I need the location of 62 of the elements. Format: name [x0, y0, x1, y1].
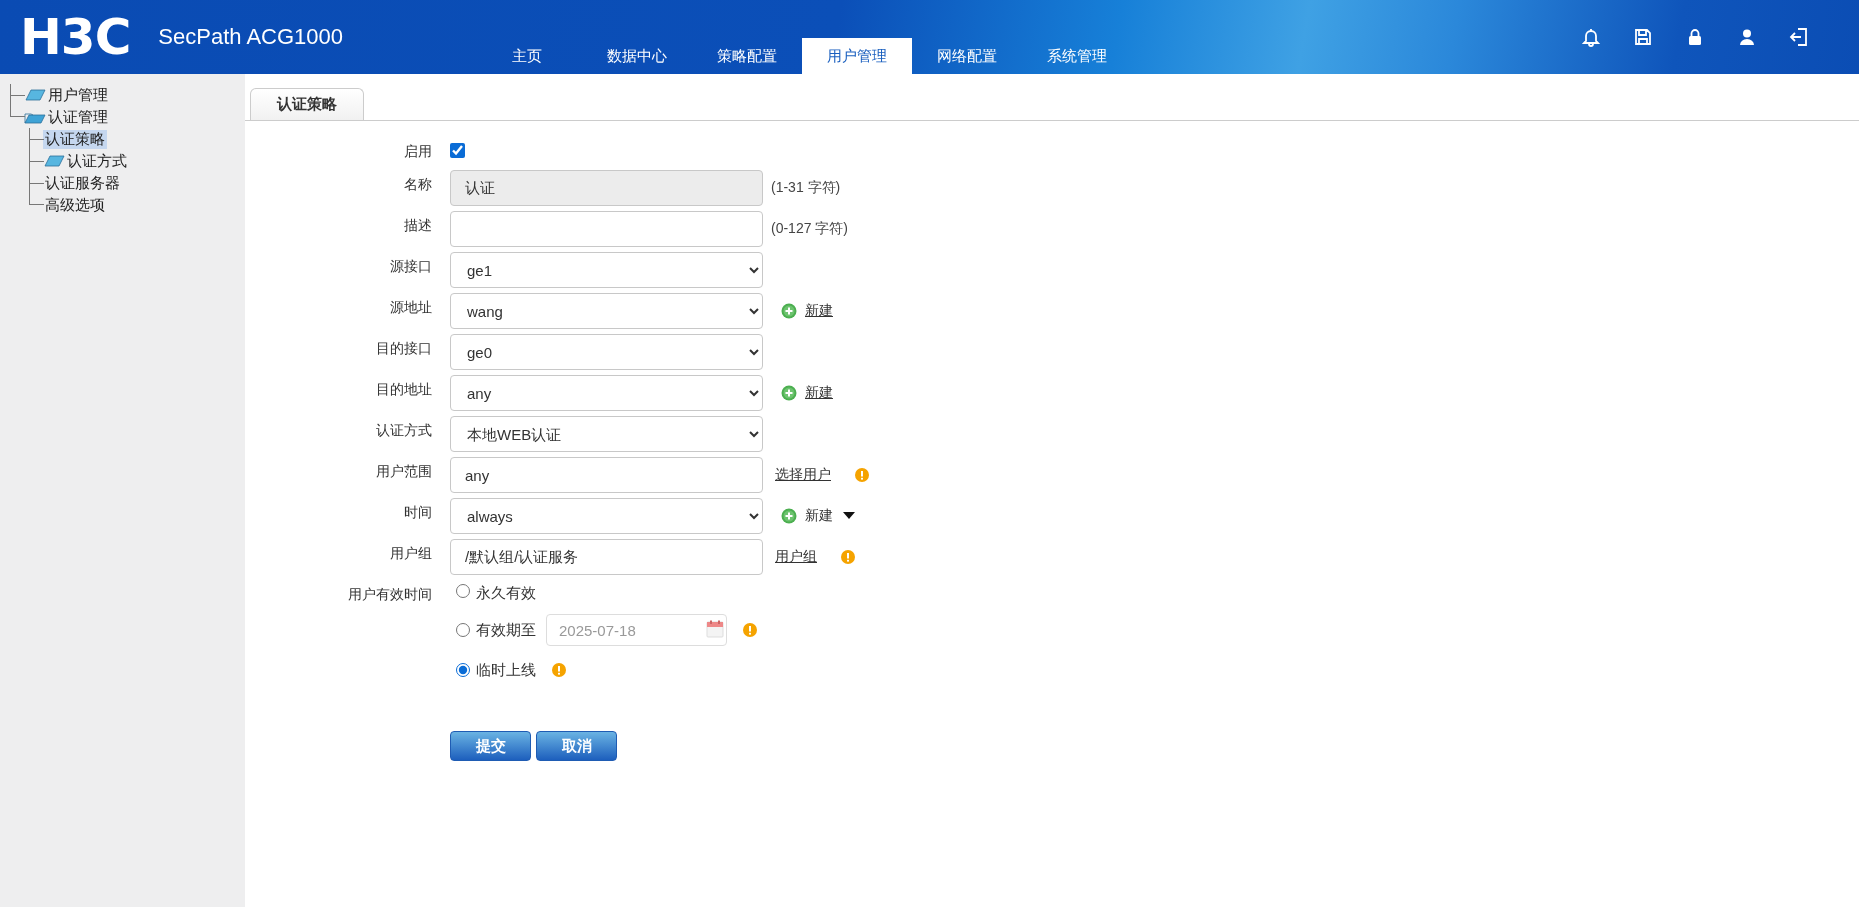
form-button[interactable]: 取消: [536, 731, 617, 761]
field-label: 时间: [403, 503, 432, 522]
new-link[interactable]: 新建: [805, 302, 833, 320]
logo: H3C: [20, 12, 131, 62]
enable-checkbox[interactable]: [450, 143, 465, 158]
select-field[interactable]: wang: [450, 293, 763, 329]
link[interactable]: 用户组: [775, 548, 817, 566]
tree-item[interactable]: 用户管理: [46, 85, 110, 105]
field-label: 描述: [403, 216, 432, 235]
field-label: 源接口: [389, 257, 432, 276]
product-name: SecPath ACG1000: [158, 24, 344, 50]
field-label: 源地址: [389, 298, 432, 317]
field-label: 用户有效时间: [347, 585, 432, 604]
radio-label: 永久有效: [476, 584, 536, 603]
caret-icon[interactable]: [843, 512, 855, 520]
nav-tab[interactable]: 系统管理: [1022, 38, 1132, 74]
bell-icon[interactable]: [1581, 27, 1601, 47]
add-icon: [781, 508, 797, 524]
nav-tab[interactable]: 用户管理: [802, 38, 912, 74]
user-icon[interactable]: [1737, 27, 1757, 47]
form-button[interactable]: 提交: [450, 731, 531, 761]
hint-text: (1-31 字符): [771, 179, 841, 197]
select-field[interactable]: ge1: [450, 252, 763, 288]
text-field[interactable]: /默认组/认证服务: [450, 539, 763, 575]
save-icon[interactable]: [1633, 27, 1653, 47]
tree-item[interactable]: 认证管理: [46, 107, 110, 127]
field-label: 用户范围: [375, 462, 432, 481]
select-field[interactable]: always: [450, 498, 763, 534]
nav-tab[interactable]: 网络配置: [912, 38, 1022, 74]
hint-text: (0-127 字符): [771, 220, 849, 238]
nav-tab[interactable]: 主页: [472, 38, 582, 74]
text-field[interactable]: any: [450, 457, 763, 493]
text-field[interactable]: [450, 211, 763, 247]
select-field[interactable]: any: [450, 375, 763, 411]
calendar-icon[interactable]: [706, 620, 724, 638]
link[interactable]: 选择用户: [775, 466, 831, 484]
add-icon: [781, 303, 797, 319]
tab[interactable]: 认证策略: [250, 88, 364, 120]
tree-item[interactable]: 认证方式: [65, 151, 129, 171]
field-label: 目的接口: [375, 339, 432, 358]
add-icon: [781, 385, 797, 401]
field-label: 名称: [403, 175, 432, 194]
field-label: 认证方式: [375, 421, 432, 440]
tree-item[interactable]: 高级选项: [43, 195, 107, 215]
field-label: 用户组: [389, 544, 432, 563]
tree-line: [29, 150, 43, 172]
radio-button[interactable]: [456, 584, 470, 598]
new-button[interactable]: 新建: [805, 507, 833, 525]
select-field[interactable]: 本地WEB认证: [450, 416, 763, 452]
radio-label: 有效期至: [476, 620, 536, 640]
field-label: 启用: [403, 143, 432, 161]
select-field[interactable]: ge0: [450, 334, 763, 370]
radio-label: 临时上线: [476, 660, 536, 680]
logout-icon[interactable]: [1789, 27, 1809, 47]
tree-item[interactable]: 认证策略: [43, 129, 107, 149]
nav-tab[interactable]: 策略配置: [692, 38, 802, 74]
radio-button[interactable]: [456, 623, 470, 637]
new-link[interactable]: 新建: [805, 384, 833, 402]
tree-item[interactable]: 认证服务器: [43, 173, 122, 193]
radio-button[interactable]: [456, 663, 470, 677]
nav-tab[interactable]: 数据中心: [582, 38, 692, 74]
field-label: 目的地址: [375, 380, 432, 399]
